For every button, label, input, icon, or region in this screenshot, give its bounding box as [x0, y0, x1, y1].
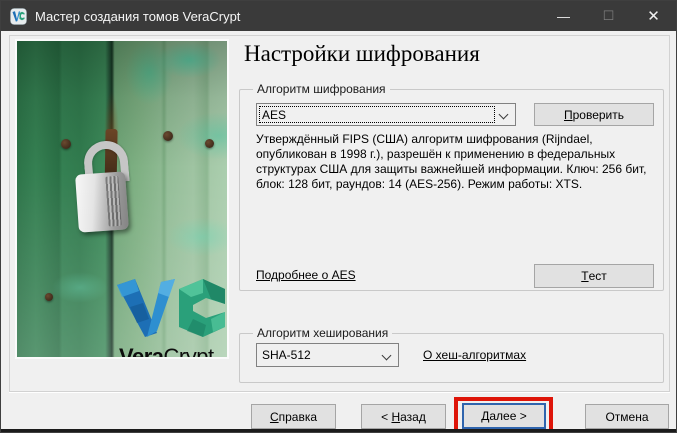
back-button[interactable]: < Назад [361, 404, 446, 429]
veracrypt-wizard-window: Мастер создания томов VeraCrypt — ☐ ✕ [0, 0, 677, 433]
benchmark-button[interactable]: Тест [534, 264, 654, 288]
verify-button[interactable]: Проверить [534, 103, 654, 126]
button-label-prefix: < [381, 410, 391, 424]
encryption-group-label: Алгоритм шифрования [253, 82, 390, 96]
bolt-icon [45, 293, 53, 301]
padlock-stripes [105, 176, 121, 227]
veracrypt-wordmark: VeraCrypt [119, 344, 227, 357]
bolt-icon [61, 139, 71, 149]
titlebar: Мастер создания томов VeraCrypt — ☐ ✕ [1, 1, 676, 31]
hash-group-label: Алгоритм хеширования [253, 326, 392, 340]
button-label-mnemonic: Н [391, 410, 400, 424]
bolt-icon [205, 139, 214, 148]
button-label-mnemonic: Д [481, 409, 489, 423]
button-label: азад [400, 410, 426, 424]
close-button[interactable]: ✕ [631, 1, 676, 31]
chevron-down-icon [382, 351, 392, 361]
algorithm-description: Утверждённый FIPS (США) алгоритм шифрова… [256, 132, 662, 192]
chevron-down-icon [499, 110, 509, 120]
bolt-icon [163, 131, 173, 141]
window-controls: — ☐ ✕ [541, 1, 676, 31]
veracrypt-logo-mark [115, 279, 225, 337]
next-button[interactable]: Далее > [462, 403, 546, 429]
button-label: ест [589, 269, 607, 283]
wordmark-regular: Crypt [164, 344, 214, 357]
focus-rectangle [259, 106, 495, 123]
button-label-mnemonic: Т [581, 269, 588, 283]
padlock-icon [75, 171, 129, 232]
help-button[interactable]: Справка [251, 404, 336, 429]
button-label: алее > [489, 409, 526, 423]
button-label-mnemonic: П [564, 108, 573, 122]
encryption-algorithm-select[interactable]: AES [256, 103, 516, 126]
button-label: правка [279, 410, 317, 424]
button-label-mnemonic: С [270, 410, 279, 424]
wordmark-bold: Vera [119, 344, 164, 357]
cancel-button[interactable]: Отмена [585, 404, 669, 429]
veracrypt-app-icon [10, 8, 27, 25]
hash-algorithm-select[interactable]: SHA-512 [256, 343, 399, 367]
hash-algorithm-value: SHA-512 [262, 348, 311, 362]
veracrypt-logo: VeraCrypt [115, 279, 227, 357]
hash-info-link[interactable]: О хеш-алгоритмах [423, 348, 526, 362]
window-title: Мастер создания томов VeraCrypt [35, 9, 240, 24]
green-door-photo: VeraCrypt [17, 41, 227, 357]
more-about-aes-link[interactable]: Подробнее о AES [256, 268, 356, 282]
button-label: роверить [573, 108, 624, 122]
maximize-button: ☐ [586, 1, 631, 31]
encryption-algorithm-value: AES [262, 108, 286, 122]
minimize-button[interactable]: — [541, 1, 586, 31]
sidebar-image-frame: VeraCrypt [15, 39, 229, 359]
page-title: Настройки шифрования [244, 41, 480, 67]
